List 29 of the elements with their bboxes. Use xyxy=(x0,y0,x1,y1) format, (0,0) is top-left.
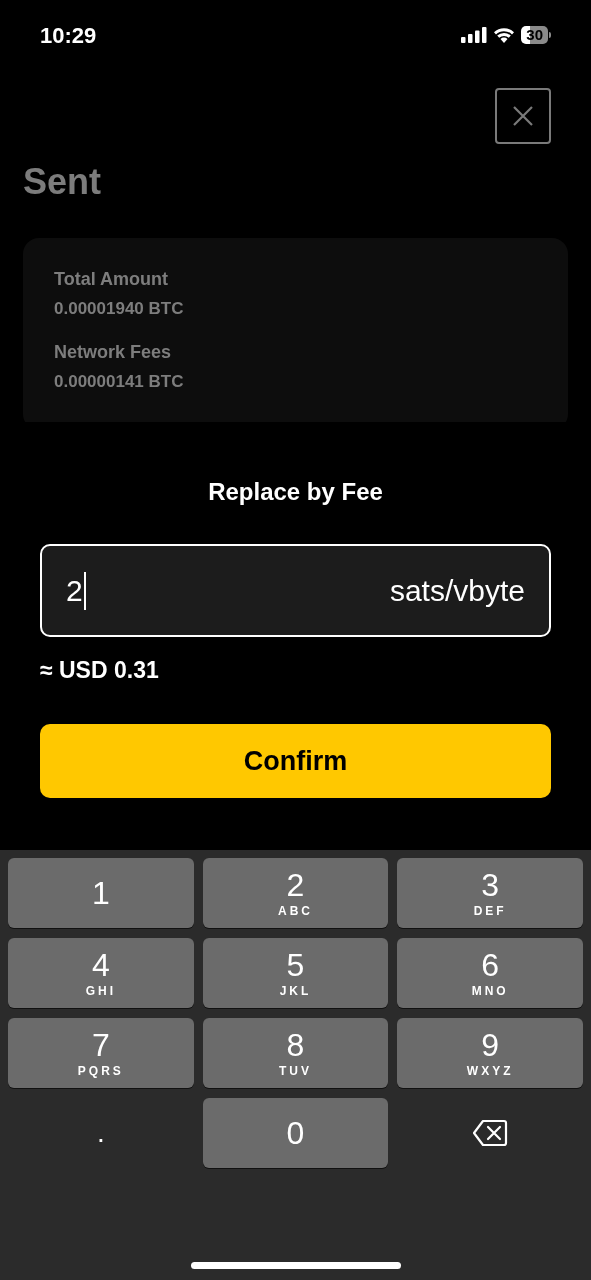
keypad-key[interactable]: 6 MNO xyxy=(397,938,583,1008)
close-button[interactable] xyxy=(495,88,551,144)
sheet-title: Replace by Fee xyxy=(207,480,384,504)
keypad-key[interactable]: 3 DEF xyxy=(397,858,583,928)
keypad-key[interactable]: 1 xyxy=(8,858,194,928)
fee-unit: sats/vbyte xyxy=(389,575,525,606)
detail-value: 0.00000141 BTC xyxy=(54,373,185,390)
backspace-icon xyxy=(472,1119,509,1147)
confirm-button[interactable]: Confirm xyxy=(40,724,551,798)
keypad-key[interactable]: 9 WXYZ xyxy=(397,1018,583,1088)
detail-label: Network Fees xyxy=(54,343,173,361)
fee-input-field[interactable]: 2 sats/vbyte xyxy=(40,544,551,637)
fee-value: 2 xyxy=(66,575,83,606)
fiat-estimate: ≈ USD 0.31 xyxy=(40,659,160,682)
decimal-point-key[interactable]: . xyxy=(8,1098,194,1168)
page-title: Sent xyxy=(23,164,102,200)
keypad-key[interactable]: 5 JKL xyxy=(202,938,389,1008)
keypad-key[interactable]: 4 GHI xyxy=(8,938,194,1008)
wifi-icon xyxy=(493,27,516,43)
keypad-key[interactable]: 7 PQRS xyxy=(8,1018,194,1088)
signal-icon xyxy=(461,27,488,43)
text-cursor xyxy=(83,571,86,610)
detail-value: 0.00001940 BTC xyxy=(54,300,185,317)
keypad-key[interactable]: 2 ABC xyxy=(202,858,389,928)
keypad-key[interactable]: 8 TUV xyxy=(202,1018,389,1088)
close-icon xyxy=(512,105,534,127)
detail-label: Total Amount xyxy=(54,270,169,288)
status-time: 10:29 xyxy=(40,21,97,50)
keypad-key[interactable]: 0 xyxy=(202,1098,389,1168)
